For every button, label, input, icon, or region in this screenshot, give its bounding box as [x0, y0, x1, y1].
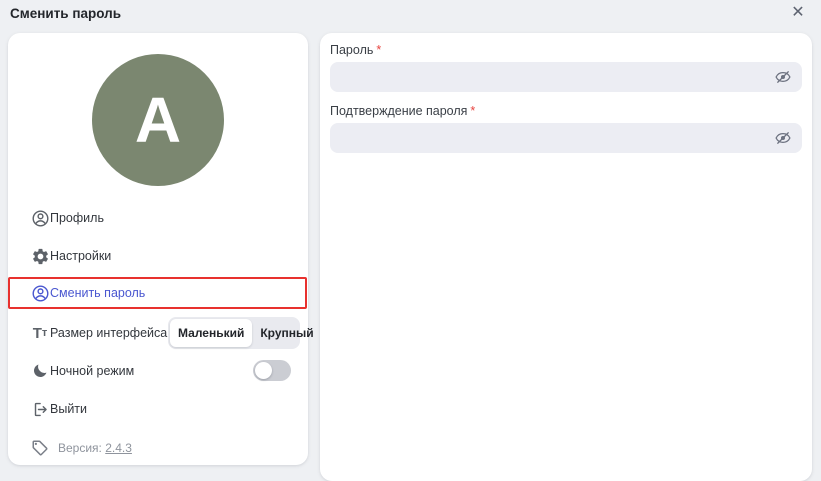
sidebar-item-night-mode: Ночной режим: [8, 355, 308, 387]
version-label: Версия:: [58, 441, 102, 455]
size-option-large[interactable]: Крупный: [252, 319, 321, 347]
logout-icon: [30, 399, 50, 419]
close-icon[interactable]: ✕: [788, 3, 808, 23]
sidebar-item-settings[interactable]: Настройки: [8, 240, 308, 272]
sidebar-item-label: Ночной режим: [50, 364, 135, 378]
page-title: Сменить пароль: [10, 6, 122, 21]
eye-off-icon[interactable]: [772, 66, 794, 88]
password-field: [330, 62, 802, 92]
sidebar-item-label: Настройки: [50, 249, 112, 263]
size-option-small[interactable]: Маленький: [170, 319, 253, 347]
sidebar-item-label: Размер интерфейса: [50, 326, 168, 340]
password-label: Пароль *: [330, 43, 382, 57]
password-confirm-field: [330, 123, 802, 153]
password-confirm-input[interactable]: [330, 123, 762, 153]
account-circle-icon: [30, 283, 50, 303]
sidebar-item-label: Профиль: [50, 211, 104, 225]
sidebar-item-profile[interactable]: Профиль: [8, 202, 308, 234]
password-input[interactable]: [330, 62, 762, 92]
gear-icon: [30, 246, 50, 266]
required-asterisk: *: [376, 43, 382, 57]
interface-size-switch: Маленький Крупный: [168, 317, 314, 349]
avatar: A: [92, 54, 224, 186]
sidebar-item-interface-size: Тт Размер интерфейса Маленький Крупный: [8, 317, 314, 349]
sidebar-item-label: Сменить пароль: [50, 286, 146, 300]
eye-off-icon[interactable]: [772, 127, 794, 149]
change-password-panel: Пароль * Подтверждение пароля *: [320, 33, 812, 481]
required-asterisk: *: [470, 104, 476, 118]
password-confirm-label: Подтверждение пароля *: [330, 104, 476, 118]
version-link[interactable]: 2.4.3: [105, 441, 132, 455]
night-mode-toggle[interactable]: [253, 360, 291, 381]
sidebar-item-label: Выйти: [50, 402, 88, 416]
profile-sidebar: A Профиль Настройки Сменить пароль Тт Ра…: [8, 33, 314, 465]
sidebar-item-logout[interactable]: Выйти: [8, 393, 308, 425]
version-row: Версия: 2.4.3: [8, 432, 308, 464]
version-text: Версия: 2.4.3: [58, 441, 132, 455]
moon-icon: [30, 361, 50, 381]
account-circle-icon: [30, 208, 50, 228]
toggle-knob: [255, 362, 272, 379]
avatar-letter: A: [134, 84, 182, 156]
text-size-icon: Тт: [32, 324, 48, 342]
tag-icon: [30, 438, 50, 458]
sidebar-item-change-password[interactable]: Сменить пароль: [8, 277, 308, 309]
